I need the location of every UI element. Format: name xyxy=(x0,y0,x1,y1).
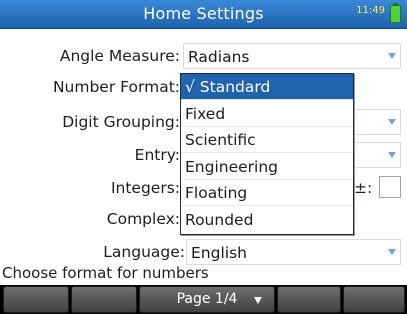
angle-measure-label: Angle Measure: xyxy=(59,47,180,65)
battery-icon xyxy=(390,3,401,23)
integers-label: Integers: xyxy=(110,179,180,197)
title-bar: Home Settings 11:49 xyxy=(0,0,407,29)
softkey-5[interactable] xyxy=(277,286,341,313)
language-value: English xyxy=(191,244,247,262)
chevron-down-icon xyxy=(388,53,396,59)
chevron-down-icon xyxy=(388,249,396,255)
menu-item-fixed[interactable]: Fixed xyxy=(181,101,353,127)
menu-item-standard[interactable]: √ Standard xyxy=(181,74,353,100)
chevron-down-icon xyxy=(388,119,396,125)
screen-title: Home Settings xyxy=(143,4,264,23)
complex-label: Complex: xyxy=(106,210,180,228)
page-softkey[interactable]: Page 1/4 xyxy=(139,286,275,313)
softkey-1[interactable] xyxy=(3,286,69,313)
help-text: Choose format for numbers xyxy=(2,264,209,282)
language-label: Language: xyxy=(103,243,185,261)
softkey-2[interactable] xyxy=(71,286,137,313)
language-dropdown[interactable]: English xyxy=(186,239,401,265)
number-format-menu: √ Standard Fixed Scientific Engineering … xyxy=(180,73,354,235)
menu-item-engineering[interactable]: Engineering xyxy=(181,154,353,180)
clock: 11:49 xyxy=(356,5,385,16)
softkey-6[interactable] xyxy=(343,286,405,313)
digit-grouping-label: Digit Grouping: xyxy=(62,113,180,131)
softkey-bar: Page 1/4 xyxy=(0,285,407,314)
integers-sign-checkbox[interactable] xyxy=(379,176,401,198)
menu-item-floating[interactable]: Floating xyxy=(181,180,353,206)
integers-sign-label: ±: xyxy=(354,179,373,197)
number-format-label: Number Format: xyxy=(52,78,180,96)
chevron-down-icon xyxy=(388,152,396,158)
menu-item-rounded[interactable]: Rounded xyxy=(181,207,353,233)
triangle-down-icon xyxy=(254,297,262,304)
page-label: Page 1/4 xyxy=(176,291,238,307)
entry-label: Entry: xyxy=(134,146,180,164)
angle-measure-dropdown[interactable]: Radians xyxy=(183,43,401,69)
angle-measure-value: Radians xyxy=(188,48,250,66)
menu-item-scientific[interactable]: Scientific xyxy=(181,127,353,153)
